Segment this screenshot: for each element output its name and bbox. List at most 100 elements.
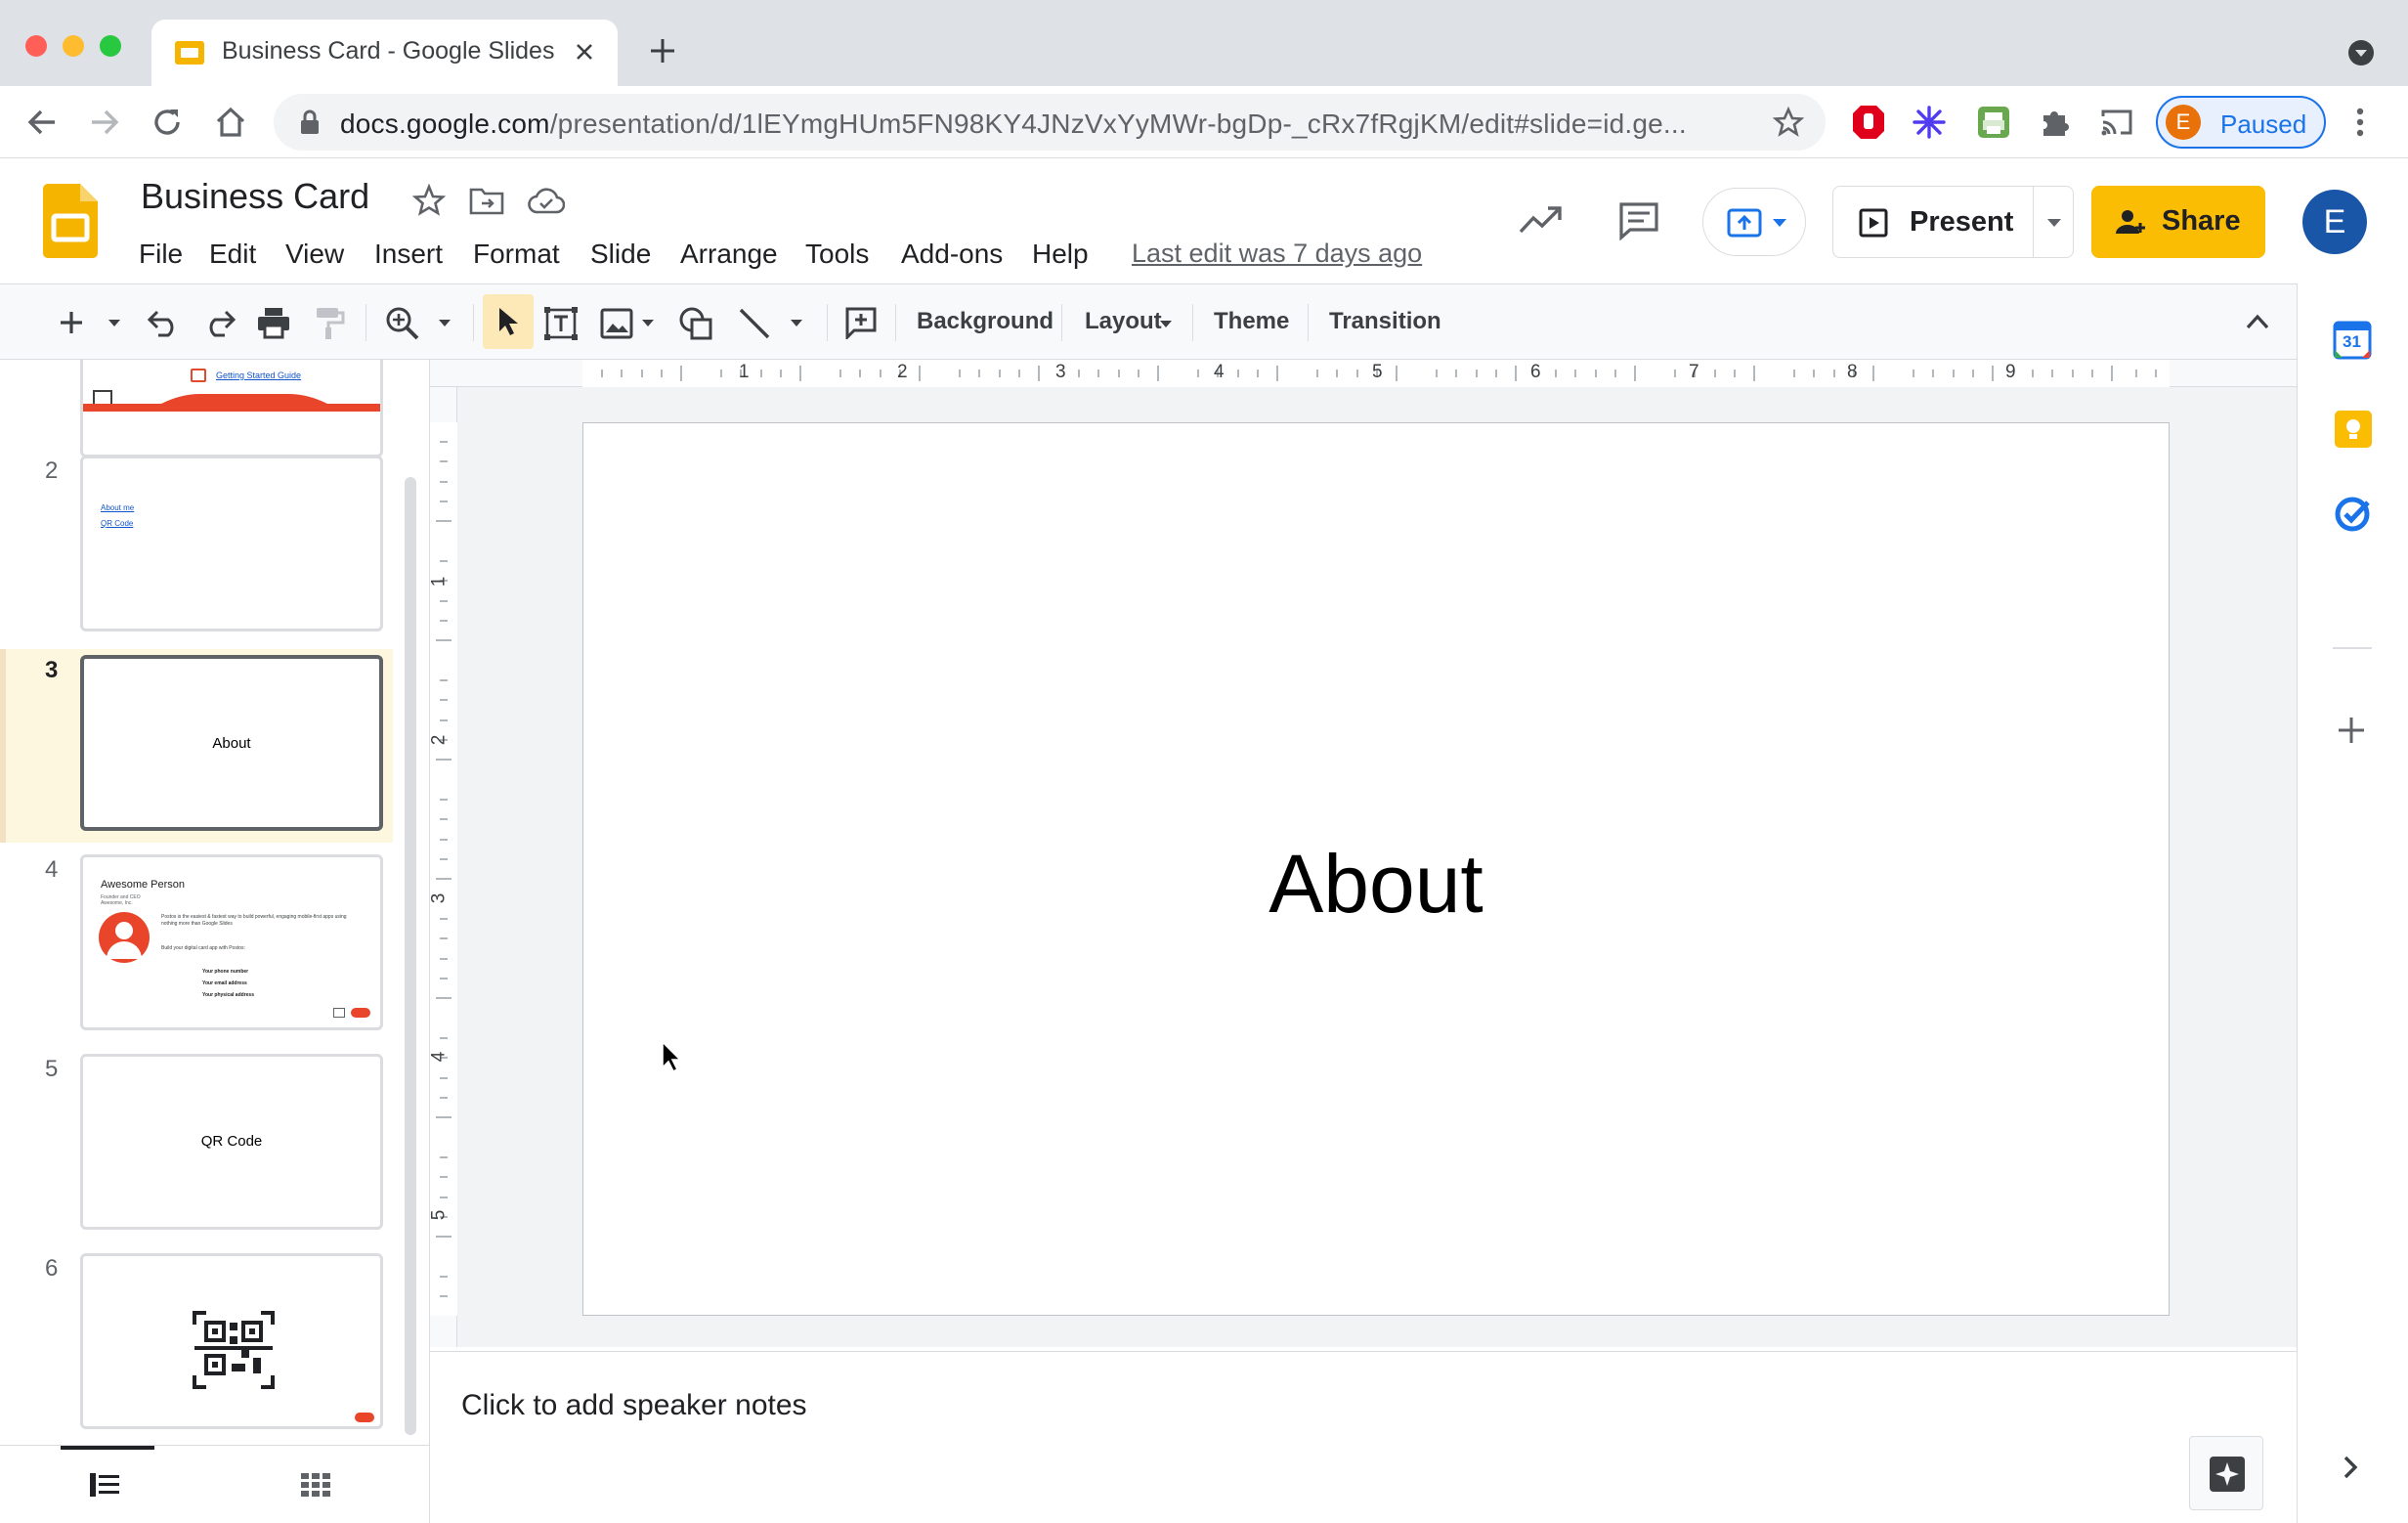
menu-edit[interactable]: Edit xyxy=(209,239,256,270)
slide-3-title: About xyxy=(212,735,251,752)
undo-icon[interactable] xyxy=(147,308,182,337)
tab-search-icon[interactable] xyxy=(2347,39,2375,66)
zoom-chevron-icon[interactable] xyxy=(438,319,452,327)
qr-code-icon xyxy=(193,1311,275,1389)
grid-view-icon[interactable] xyxy=(301,1473,330,1497)
menu-file[interactable]: File xyxy=(139,239,183,270)
menu-add-ons[interactable]: Add-ons xyxy=(901,239,1003,270)
slide-thumbnail-2[interactable]: About me QR Code xyxy=(80,456,383,631)
layout-button[interactable]: Layout xyxy=(1085,308,1162,335)
menu-tools[interactable]: Tools xyxy=(805,239,869,270)
background-button[interactable]: Background xyxy=(917,308,1054,335)
last-edit-link[interactable]: Last edit was 7 days ago xyxy=(1132,239,1422,269)
spark-extension-icon[interactable] xyxy=(1912,105,1947,140)
keep-icon[interactable] xyxy=(2335,411,2372,448)
speaker-notes-placeholder[interactable]: Click to add speaker notes xyxy=(461,1389,807,1422)
close-window-button[interactable] xyxy=(25,35,47,57)
new-tab-icon[interactable] xyxy=(649,37,676,65)
printer-extension-icon[interactable] xyxy=(1976,105,2011,140)
text-box-icon[interactable] xyxy=(543,306,579,341)
add-addon-icon[interactable] xyxy=(2337,716,2366,745)
line-icon[interactable] xyxy=(737,306,772,341)
menu-format[interactable]: Format xyxy=(473,239,560,270)
paint-format-icon[interactable] xyxy=(313,306,346,341)
forward-icon[interactable] xyxy=(88,106,121,139)
menu-slide[interactable]: Slide xyxy=(590,239,651,270)
browser-toolbar: docs.google.com/presentation/d/1lEYmgHUm… xyxy=(0,86,2408,158)
slide-2-link-qr: QR Code xyxy=(101,519,134,528)
insert-image-icon[interactable] xyxy=(600,308,633,339)
tasks-icon[interactable] xyxy=(2333,495,2372,534)
slide-thumbnail-1[interactable]: Getting Started Guide xyxy=(80,360,383,457)
browser-tab[interactable]: Business Card - Google Slides xyxy=(151,20,618,86)
minimize-window-button[interactable] xyxy=(63,35,84,57)
print-icon[interactable] xyxy=(256,306,291,339)
meet-present-button[interactable] xyxy=(1702,188,1806,256)
explore-button[interactable] xyxy=(2189,1436,2263,1510)
activity-trend-icon[interactable] xyxy=(1519,205,1562,235)
home-icon[interactable] xyxy=(213,105,248,140)
comments-icon[interactable] xyxy=(1618,201,1659,240)
slide-thumbnail-4[interactable]: Awesome Person Founder and CEO Awesome, … xyxy=(80,854,383,1030)
line-chevron-icon[interactable] xyxy=(790,319,803,327)
zoom-icon[interactable] xyxy=(385,306,420,341)
filmstrip-view-icon[interactable] xyxy=(90,1473,119,1497)
slide-thumbnail-6[interactable] xyxy=(80,1253,383,1429)
new-slide-layout-chevron-icon[interactable] xyxy=(108,319,121,327)
account-avatar[interactable]: E xyxy=(2302,190,2367,254)
ruler-v-5: 5 xyxy=(428,1209,450,1221)
cast-icon[interactable] xyxy=(2099,107,2134,138)
document-title[interactable]: Business Card xyxy=(141,176,369,217)
bookmark-star-icon[interactable] xyxy=(1773,107,1804,138)
add-comment-icon[interactable] xyxy=(844,306,878,339)
cloud-saved-icon[interactable] xyxy=(528,187,565,214)
close-tab-icon[interactable] xyxy=(574,41,595,63)
star-document-icon[interactable] xyxy=(412,184,446,217)
slide-number-5: 5 xyxy=(45,1056,59,1082)
layout-chevron-icon[interactable] xyxy=(1159,320,1173,328)
speaker-notes[interactable]: Click to add speaker notes xyxy=(430,1351,2297,1523)
zoom-window-button[interactable] xyxy=(100,35,121,57)
filmstrip-scrollbar[interactable] xyxy=(405,477,416,1435)
menu-view[interactable]: View xyxy=(285,239,344,270)
slide-4-phone: Your phone number xyxy=(202,969,249,975)
profile-chip[interactable]: E Paused xyxy=(2156,96,2326,149)
back-icon[interactable] xyxy=(25,106,59,139)
present-button[interactable]: Present xyxy=(1832,186,2074,258)
present-label: Present xyxy=(1910,206,2014,238)
reload-icon[interactable] xyxy=(150,106,184,139)
collapse-toolbar-icon[interactable] xyxy=(2246,314,2269,329)
slide-thumbnail-5[interactable]: QR Code xyxy=(80,1054,383,1230)
transition-button[interactable]: Transition xyxy=(1329,308,1441,335)
adblock-extension-icon[interactable] xyxy=(1851,104,1886,141)
share-button[interactable]: Share xyxy=(2091,186,2265,258)
ruler-h-1: 1 xyxy=(739,362,750,382)
move-folder-icon[interactable] xyxy=(469,186,504,215)
select-tool-button[interactable] xyxy=(483,294,534,349)
current-slide[interactable]: About xyxy=(582,422,2170,1316)
slide-title-text[interactable]: About xyxy=(583,423,2169,1315)
theme-button[interactable]: Theme xyxy=(1214,308,1289,335)
shape-icon[interactable] xyxy=(678,306,713,341)
present-options-chevron-icon[interactable] xyxy=(2046,218,2062,228)
home-mini-icon xyxy=(333,1008,345,1018)
slide-thumbnail-3[interactable]: About xyxy=(80,655,383,831)
slide-number-3: 3 xyxy=(45,657,59,683)
address-bar[interactable]: docs.google.com/presentation/d/1lEYmgHUm… xyxy=(274,94,1826,151)
browser-menu-icon[interactable] xyxy=(2353,106,2367,139)
expand-side-panel-icon[interactable] xyxy=(2343,1455,2358,1480)
image-chevron-icon[interactable] xyxy=(641,319,655,327)
menu-help[interactable]: Help xyxy=(1032,239,1089,270)
horizontal-ruler: 1 2 3 4 5 6 7 8 9 xyxy=(430,360,2297,387)
ruler-h-4: 4 xyxy=(1214,362,1225,382)
slide-4-heading: Awesome Person xyxy=(101,879,186,891)
calendar-icon[interactable]: 31 xyxy=(2333,321,2372,360)
menu-insert[interactable]: Insert xyxy=(374,239,443,270)
extensions-puzzle-icon[interactable] xyxy=(2039,106,2072,139)
url-host: docs.google.com xyxy=(340,109,550,139)
new-slide-icon[interactable] xyxy=(59,310,84,335)
slides-logo-icon[interactable] xyxy=(43,184,98,258)
redo-icon[interactable] xyxy=(201,308,236,337)
lock-icon[interactable] xyxy=(299,109,321,135)
menu-arrange[interactable]: Arrange xyxy=(680,239,778,270)
